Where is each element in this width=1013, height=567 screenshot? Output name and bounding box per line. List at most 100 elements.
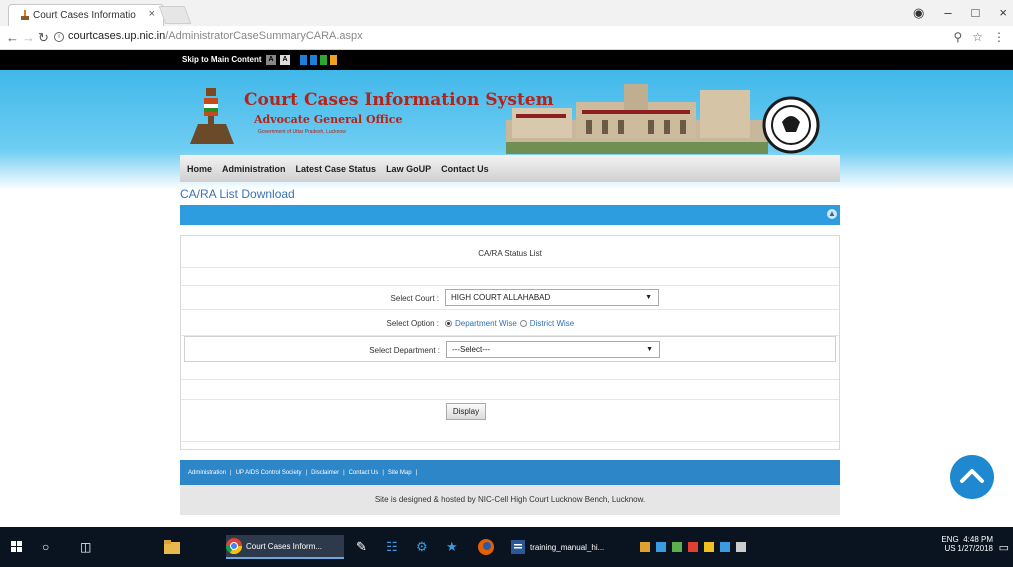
tray-icon[interactable] [688, 542, 698, 552]
site-info-icon[interactable]: i [54, 32, 64, 42]
bookmark-star-icon[interactable]: ☆ [972, 30, 983, 44]
department-row: Select Department : ---Select--- ▼ [184, 336, 836, 362]
collapse-icon[interactable]: ▲ [827, 209, 837, 219]
app-icon-3[interactable]: ⚙ [416, 535, 428, 559]
firefox-icon[interactable] [478, 535, 494, 559]
browser-menu-icon[interactable]: ⋮ [993, 30, 1005, 44]
main-menu: Home Administration Latest Case Status L… [180, 155, 840, 182]
url-field[interactable]: courtcases.up.nic.in/AdministratorCaseSu… [68, 30, 363, 42]
chevron-down-icon: ▼ [646, 346, 653, 353]
scroll-to-top-button[interactable] [950, 455, 994, 499]
theme-orange-button[interactable] [330, 55, 337, 65]
clock-date: 1/27/2018 [957, 544, 993, 553]
up-government-emblem-icon [762, 96, 820, 154]
option-row: Select Option : Department Wise District… [181, 310, 839, 336]
menu-administration[interactable]: Administration [222, 164, 286, 174]
task-view-icon[interactable]: ◫ [80, 535, 91, 559]
back-arrow-icon[interactable]: ← [6, 30, 19, 45]
court-select[interactable]: HIGH COURT ALLAHABAD ▼ [445, 289, 659, 306]
notification-center-icon[interactable]: ▭ [999, 535, 1009, 559]
tray-icon[interactable] [704, 542, 714, 552]
word-document-icon [511, 540, 525, 554]
section-header-bar: ▲ [180, 205, 840, 225]
department-wise-radio[interactable] [445, 320, 452, 327]
footer-separator: | [382, 469, 384, 476]
spacer-row [181, 268, 839, 286]
footer-link-administration[interactable]: Administration [188, 470, 226, 476]
reload-icon[interactable]: ↻ [38, 30, 49, 46]
footer-separator: | [415, 469, 418, 476]
search-icon[interactable]: ○ [42, 535, 49, 559]
district-wise-label[interactable]: District Wise [530, 319, 574, 328]
footer-link-site-map[interactable]: Site Map [388, 470, 412, 476]
footer-separator: | [230, 469, 232, 476]
browser-tabbar: Court Cases Informatio × ◉ – □ × [0, 0, 1013, 26]
spacer-row-2 [181, 364, 839, 380]
taskbar-chrome-window[interactable]: Court Cases Inform... [226, 535, 344, 559]
spacer-row-3 [181, 380, 839, 400]
minimize-button[interactable]: – [944, 5, 951, 21]
maximize-button[interactable]: □ [972, 5, 980, 21]
close-window-button[interactable]: × [999, 5, 1007, 21]
footer-separator: | [305, 469, 308, 476]
profile-icon[interactable]: ◉ [913, 5, 924, 21]
url-host: courtcases.up.nic.in [68, 30, 166, 42]
panel-title-row: CA/RA Status List [181, 236, 839, 268]
window-controls: ◉ – □ × [913, 5, 1007, 21]
tray-icon[interactable] [720, 542, 730, 552]
tray-icon[interactable] [656, 542, 666, 552]
district-wise-radio[interactable] [519, 320, 527, 327]
option-radio-group: Department Wise District Wise [445, 319, 574, 328]
windows-start-icon[interactable] [10, 535, 24, 559]
font-size-button-2[interactable]: A [280, 55, 290, 65]
tray-icon[interactable] [640, 542, 650, 552]
footer-separator: | [343, 469, 345, 476]
footer-link-disclaimer[interactable]: Disclaimer [311, 470, 339, 476]
skip-to-main-link[interactable]: Skip to Main Content [182, 55, 262, 64]
site-subtitle: Advocate General Office [254, 113, 403, 126]
address-actions: ⚲ ☆ ⋮ [953, 30, 1005, 44]
system-clock[interactable]: 4:48 PM 1/27/2018 [953, 535, 993, 553]
menu-latest-case-status[interactable]: Latest Case Status [296, 164, 377, 174]
menu-law-goup[interactable]: Law GoUP [386, 164, 431, 174]
theme-green-button[interactable] [320, 55, 327, 65]
footer-link-up-aids[interactable]: UP AIDS Control Society [236, 470, 302, 476]
footer-link-contact-us[interactable]: Contact Us [349, 470, 379, 476]
app-icon-4[interactable]: ★ [446, 535, 458, 559]
taskbar-chrome-label: Court Cases Inform... [246, 541, 323, 551]
menu-home[interactable]: Home [187, 164, 212, 174]
font-size-button-1[interactable]: A [266, 55, 276, 65]
high-court-building-image [506, 84, 768, 154]
tray-icon[interactable] [672, 542, 682, 552]
file-explorer-icon[interactable] [164, 535, 180, 559]
theme-blue-button[interactable] [300, 55, 307, 65]
taskbar-word-window[interactable]: training_manual_hi... [510, 535, 618, 559]
spacer-row-4 [181, 424, 839, 442]
tab-title: Court Cases Informatio [33, 10, 136, 21]
theme-blue-2-button[interactable] [310, 55, 317, 65]
tab-close-icon[interactable]: × [149, 8, 155, 20]
app-icon-2[interactable]: ☷ [386, 535, 398, 559]
address-bar: ← → ↻ i courtcases.up.nic.in/Administrat… [0, 26, 1013, 50]
chrome-icon [226, 538, 242, 554]
menu-contact-us[interactable]: Contact Us [441, 164, 489, 174]
clock-time: 4:48 PM [963, 535, 993, 544]
site-banner: Court Cases Information System Advocate … [180, 74, 840, 156]
zoom-icon[interactable]: ⚲ [953, 30, 962, 44]
department-wise-label[interactable]: Department Wise [455, 319, 517, 328]
forward-arrow-icon[interactable]: → [22, 30, 35, 45]
windows-taskbar: ○ ◫ Court Cases Inform... ✎ ☷ ⚙ ★ traini… [0, 527, 1013, 567]
new-tab-button[interactable] [158, 6, 192, 24]
department-label: Select Department : [369, 346, 440, 355]
display-button[interactable]: Display [446, 403, 486, 420]
app-icon-1[interactable]: ✎ [356, 535, 367, 559]
department-select[interactable]: ---Select--- ▼ [446, 341, 660, 358]
taskbar-word-label: training_manual_hi... [530, 542, 605, 552]
court-label: Select Court : [390, 294, 439, 303]
volume-icon[interactable] [736, 542, 746, 552]
url-path: /AdministratorCaseSummaryCARA.aspx [165, 30, 363, 42]
tray-icons [640, 535, 746, 559]
footer-links: Administration | UP AIDS Control Society… [180, 460, 840, 485]
browser-tab[interactable]: Court Cases Informatio × [8, 4, 164, 26]
option-label: Select Option : [386, 319, 439, 328]
